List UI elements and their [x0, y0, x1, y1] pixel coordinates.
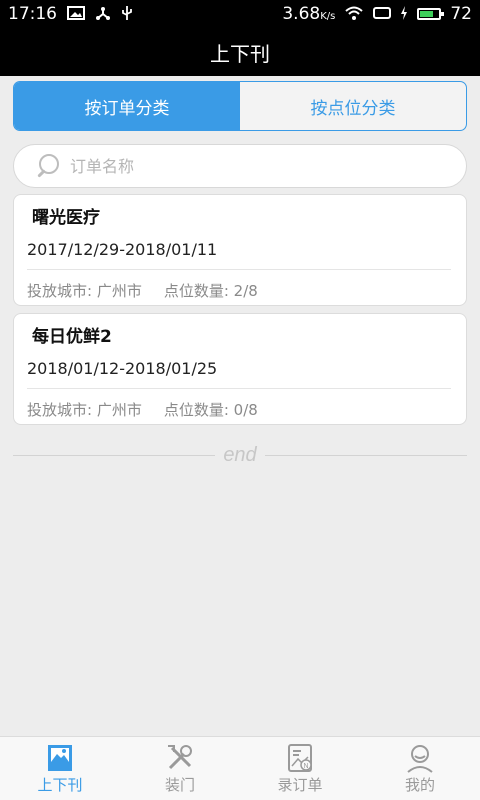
usb-icon — [121, 5, 133, 24]
title-bar: 上下刊 — [0, 28, 480, 76]
image-notification-icon — [67, 5, 85, 23]
wifi-icon — [344, 5, 364, 24]
divider — [264, 454, 467, 456]
tab-order-entry-label: 录订单 — [277, 776, 323, 794]
order-name: 每日优鲜2 — [32, 327, 112, 347]
tab-profile[interactable]: 我的 — [360, 737, 480, 800]
profile-icon — [407, 745, 433, 773]
tab-install[interactable]: 装门 — [120, 737, 240, 800]
divider — [27, 388, 451, 389]
order-card[interactable]: 曙光医疗 2017/12/29-2018/01/11 投放城市: 广州市 点位数… — [13, 194, 467, 306]
status-time: 17:16 — [8, 4, 57, 24]
order-location-count: 点位数量: 0/8 — [163, 401, 258, 419]
order-dates: 2018/01/12-2018/01/25 — [27, 359, 218, 378]
order-dates: 2017/12/29-2018/01/11 — [27, 240, 218, 259]
divider — [27, 269, 451, 270]
tab-by-location[interactable]: 按点位分类 — [240, 82, 466, 130]
speed-unit: K/s — [320, 11, 336, 22]
svg-text:N: N — [303, 763, 308, 770]
tab-publish[interactable]: 上下刊 — [0, 737, 120, 800]
image-icon — [48, 745, 72, 771]
battery-fill — [420, 11, 434, 17]
tab-by-location-label: 按点位分类 — [310, 98, 396, 119]
divider — [13, 454, 216, 456]
category-segmented-control: 按订单分类 按点位分类 — [13, 81, 467, 131]
order-city: 投放城市: 广州市 — [27, 282, 142, 300]
order-location-count: 点位数量: 2/8 — [163, 282, 258, 300]
order-name: 曙光医疗 — [32, 208, 100, 228]
screen-rotate-icon — [373, 6, 392, 23]
list-end-marker: end — [13, 440, 467, 470]
tab-install-label: 装门 — [164, 776, 195, 794]
usb-share-icon — [95, 5, 111, 24]
battery-level: 72 — [450, 4, 472, 24]
order-entry-icon: N — [288, 744, 312, 772]
tab-order-entry[interactable]: N 录订单 — [240, 737, 360, 800]
tab-publish-label: 上下刊 — [37, 776, 83, 794]
search-input[interactable] — [70, 156, 430, 176]
search-icon — [36, 153, 62, 179]
status-bar: 17:16 3.68K/s 72 — [0, 0, 480, 28]
list-end-label: end — [223, 443, 257, 466]
tab-by-order-label: 按订单分类 — [84, 98, 170, 119]
network-speed: 3.68K/s — [282, 4, 336, 24]
order-city: 投放城市: 广州市 — [27, 401, 142, 419]
order-card[interactable]: 每日优鲜2 2018/01/12-2018/01/25 投放城市: 广州市 点位… — [13, 313, 467, 425]
page-title: 上下刊 — [210, 41, 270, 66]
tools-icon — [168, 745, 192, 770]
charging-icon — [400, 5, 408, 23]
search-bar — [13, 144, 467, 188]
battery-icon — [417, 8, 445, 20]
tab-by-order[interactable]: 按订单分类 — [14, 82, 240, 130]
bottom-tab-bar: 上下刊 装门 N 录订单 我的 — [0, 736, 480, 800]
tab-profile-label: 我的 — [404, 776, 435, 794]
